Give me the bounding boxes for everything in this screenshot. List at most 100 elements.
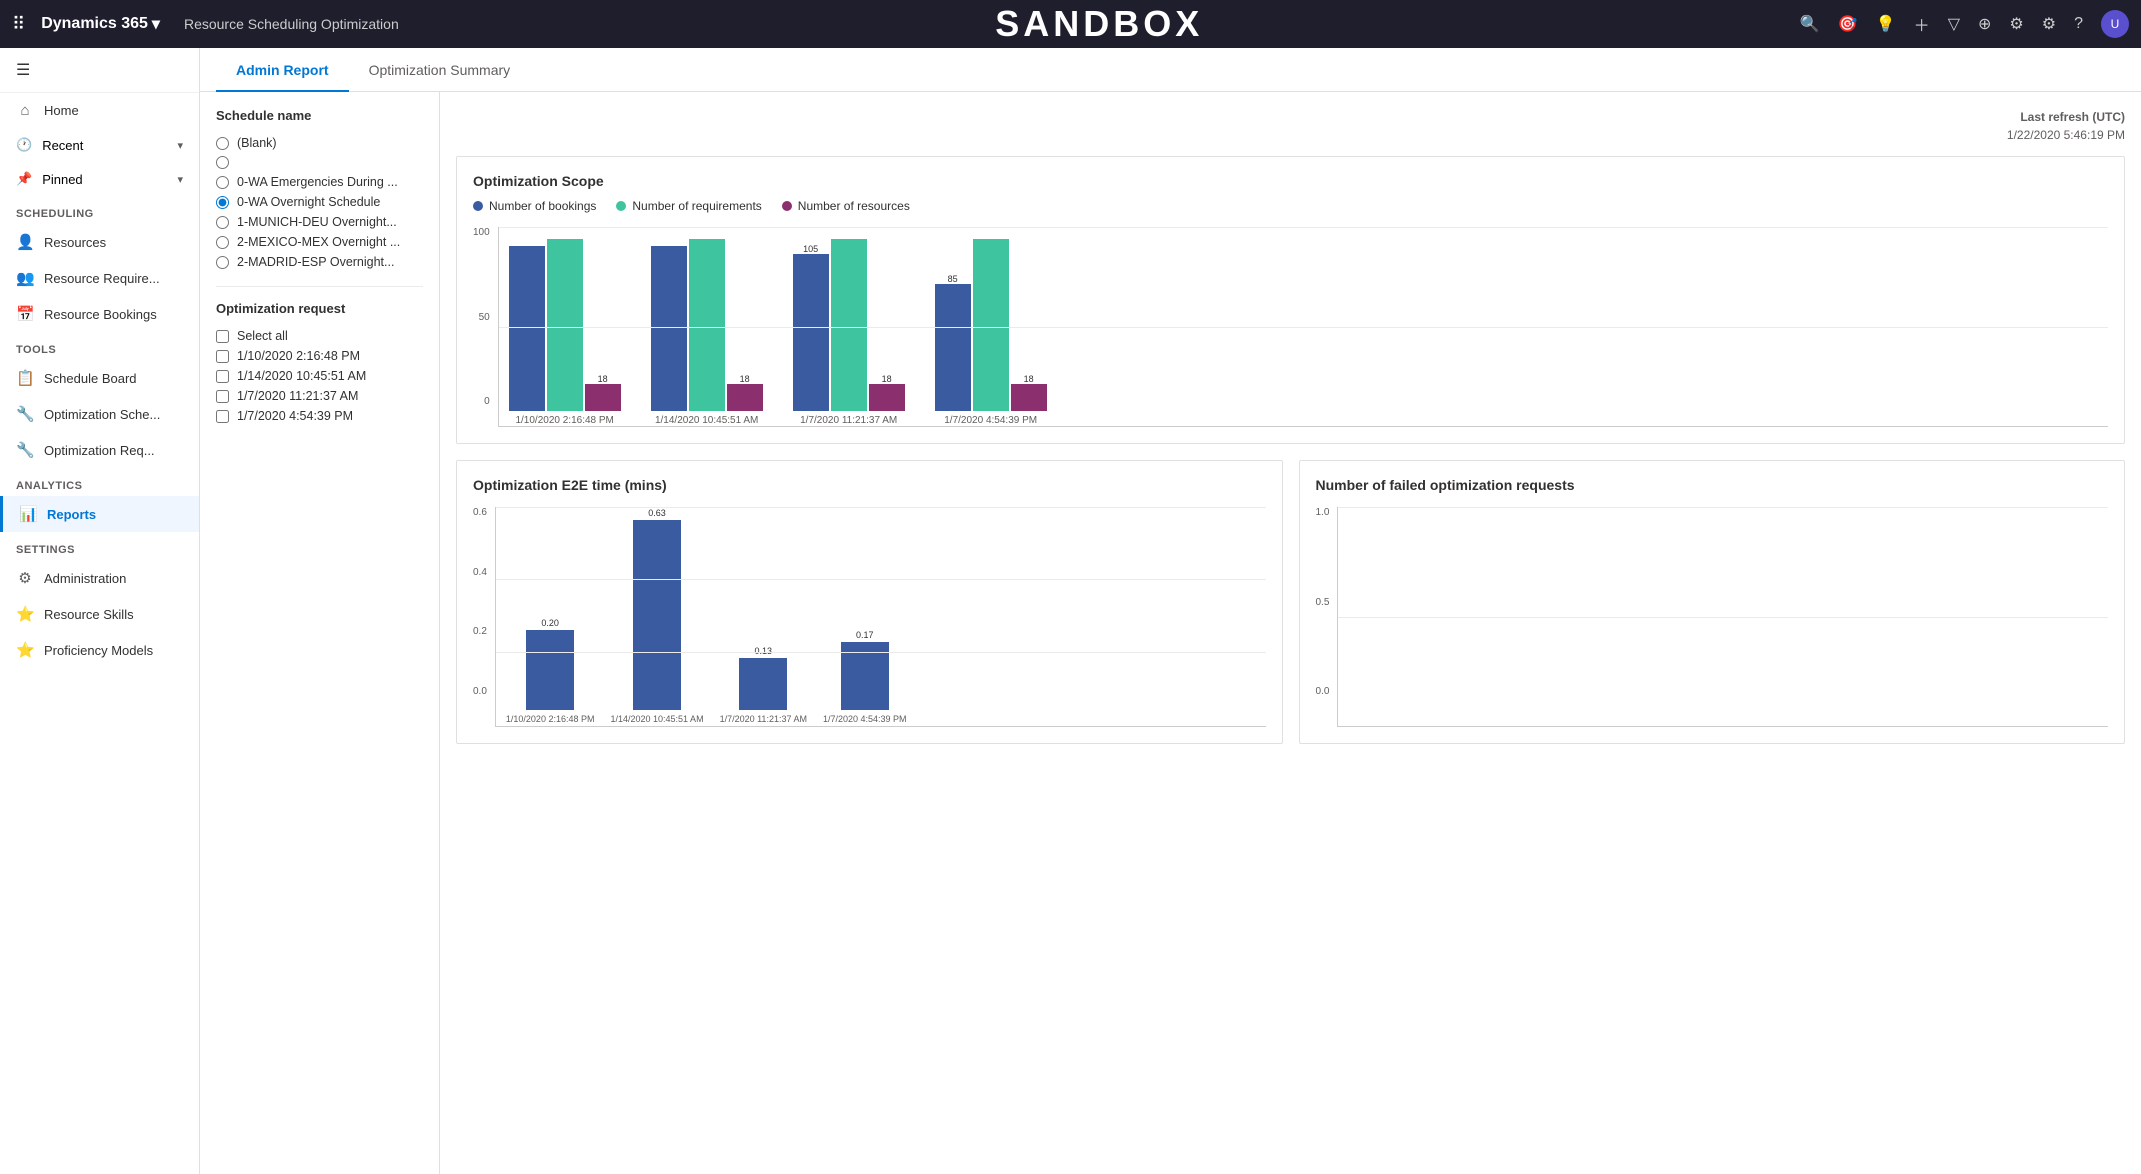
failed-h-line-mid [1338,617,2108,618]
bar-3-bookings-label: 105 [803,244,818,254]
req-label-2: 1/14/2020 10:45:51 AM [237,369,366,383]
req-checkbox-input-2[interactable] [216,370,229,383]
schedule-radio-wa-overnight[interactable]: 0-WA Overnight Schedule [216,192,423,212]
tab-admin-report[interactable]: Admin Report [216,48,349,92]
sidebar-item-administration[interactable]: ⚙ Administration [0,560,199,596]
e2e-h-line-2 [496,652,1266,653]
sidebar-item-resources-label: Resources [44,235,106,250]
failed-chart-body: 1.0 0.5 0.0 [1316,507,2109,727]
req-checkbox-3[interactable]: 1/7/2020 11:21:37 AM [216,386,423,406]
schedule-radio-madrid[interactable]: 2-MADRID-ESP Overnight... [216,252,423,272]
schedule-radio-wa-emergencies[interactable]: 0-WA Emergencies During ... [216,172,423,192]
help-icon[interactable]: ? [2074,15,2083,33]
bar-4-bookings: 85 [935,274,971,411]
scope-chart-body: 100 50 0 [473,227,2108,427]
reports-icon: 📊 [19,505,37,523]
report-area: Schedule name (Blank) 0-WA Emergencies D… [200,92,2141,1174]
waffle-icon[interactable]: ⠿ [12,14,25,35]
req-label-3: 1/7/2020 11:21:37 AM [237,389,358,403]
sidebar-item-resources[interactable]: 👤 Resources [0,224,199,260]
sidebar-item-pm-label: Proficiency Models [44,643,153,658]
pin-icon: 📌 [16,171,32,187]
scheduling-section-label: Scheduling [0,196,199,224]
schedule-radio-input-empty[interactable] [216,156,229,169]
req-checkbox-input-all[interactable] [216,330,229,343]
req-checkbox-1[interactable]: 1/10/2020 2:16:48 PM [216,346,423,366]
gear-icon[interactable]: ⚙ [2042,14,2056,34]
resources-dot [782,201,792,211]
target-icon[interactable]: 🎯 [1838,14,1858,34]
sidebar-item-sb-label: Schedule Board [44,371,137,386]
e2e-y-04: 0.4 [473,567,487,578]
failed-y-00: 0.0 [1316,686,1330,697]
sidebar-item-pinned-label: Pinned [42,172,82,187]
lightbulb-icon[interactable]: 💡 [1876,14,1896,34]
schedule-radio-input-wa-em[interactable] [216,176,229,189]
resource-req-icon: 👥 [16,269,34,287]
add-icon[interactable]: ＋ [1914,12,1930,36]
bar-2-req [689,239,725,411]
sidebar-item-resource-skills[interactable]: ⭐ Resource Skills [0,596,199,632]
req-label-4: 1/7/2020 4:54:39 PM [237,409,353,423]
e2e-bar-1-label: 0.20 [541,618,559,628]
settings-icon[interactable]: ⚙ [2009,14,2023,34]
req-checkbox-4[interactable]: 1/7/2020 4:54:39 PM [216,406,423,426]
sidebar-item-schedule-board[interactable]: 📋 Schedule Board [0,360,199,396]
sidebar-item-pinned[interactable]: 📌 Pinned ▾ [0,162,199,196]
bar-1-bookings [509,246,545,411]
plus-circle-icon[interactable]: ⊕ [1978,14,1991,34]
failed-y-10: 1.0 [1316,507,1330,518]
legend-bookings-label: Number of bookings [489,199,596,213]
tab-optimization-summary[interactable]: Optimization Summary [349,48,531,92]
schedule-radio-input-mexico[interactable] [216,236,229,249]
schedule-radio-input-blank[interactable] [216,137,229,150]
bar-group-1-label: 1/10/2020 2:16:48 PM [515,415,613,426]
bar-group-1-bars: 18 [509,239,621,411]
sidebar-item-resource-requirements[interactable]: 👥 Resource Require... [0,260,199,296]
e2e-bar-3: 0.13 1/7/2020 11:21:37 AM [720,646,807,726]
bar-2-res-rect [727,384,763,411]
schedule-radio-input-munich[interactable] [216,216,229,229]
search-icon[interactable]: 🔍 [1800,14,1820,34]
sidebar-item-resource-bookings[interactable]: 📅 Resource Bookings [0,296,199,332]
bar-4-res-rect [1011,384,1047,411]
e2e-bar-2-rect [633,520,681,710]
bar-4-bookings-rect [935,284,971,411]
sidebar-item-proficiency-models[interactable]: ⭐ Proficiency Models [0,632,199,668]
schedule-radio-munich[interactable]: 1-MUNICH-DEU Overnight... [216,212,423,232]
sidebar-item-reports[interactable]: 📊 Reports [0,496,199,532]
req-checkbox-input-3[interactable] [216,390,229,403]
schedule-radio-input-madrid[interactable] [216,256,229,269]
schedule-radio-mexico[interactable]: 2-MEXICO-MEX Overnight ... [216,232,423,252]
sidebar-item-recent[interactable]: 🕐 Recent ▾ [0,128,199,162]
req-checkbox-input-1[interactable] [216,350,229,363]
sidebar-item-home[interactable]: ⌂ Home [0,93,199,128]
bar-1-req-rect [547,239,583,411]
schedule-radio-blank[interactable]: (Blank) [216,133,423,153]
sidebar-item-optimization-req[interactable]: 🔧 Optimization Req... [0,432,199,468]
nav-icons: 🔍 🎯 💡 ＋ ▽ ⊕ ⚙ ⚙ ? U [1800,10,2129,38]
filter-icon[interactable]: ▽ [1948,14,1960,34]
e2e-bar-2-label: 0.63 [648,508,666,518]
sidebar-toggle[interactable]: ☰ [0,48,199,93]
settings-section-label: Settings [0,532,199,560]
e2e-y-00: 0.0 [473,686,487,697]
req-checkbox-input-4[interactable] [216,410,229,423]
req-checkbox-select-all[interactable]: Select all [216,326,423,346]
req-checkbox-2[interactable]: 1/14/2020 10:45:51 AM [216,366,423,386]
schedule-label-wa-em: 0-WA Emergencies During ... [237,175,398,189]
e2e-bar-4-label: 0.17 [856,630,874,640]
requirements-dot [616,201,626,211]
schedule-radio-empty[interactable] [216,153,423,172]
sidebar-item-optimization-schedule[interactable]: 🔧 Optimization Sche... [0,396,199,432]
bar-4-res: 18 [1011,374,1047,411]
bar-group-4-label: 1/7/2020 4:54:39 PM [944,415,1037,426]
schedule-radio-input-wa-ov[interactable] [216,196,229,209]
scope-bars-container: 18 1/10/2020 2:16:48 PM [498,227,2108,427]
optimization-request-title: Optimization request [216,301,423,316]
bar-2-res-label: 18 [740,374,750,384]
failed-y-axis: 1.0 0.5 0.0 [1316,507,1338,727]
hamburger-icon: ☰ [16,60,30,80]
avatar[interactable]: U [2101,10,2129,38]
app-name[interactable]: Dynamics 365 ▾ [41,14,160,34]
